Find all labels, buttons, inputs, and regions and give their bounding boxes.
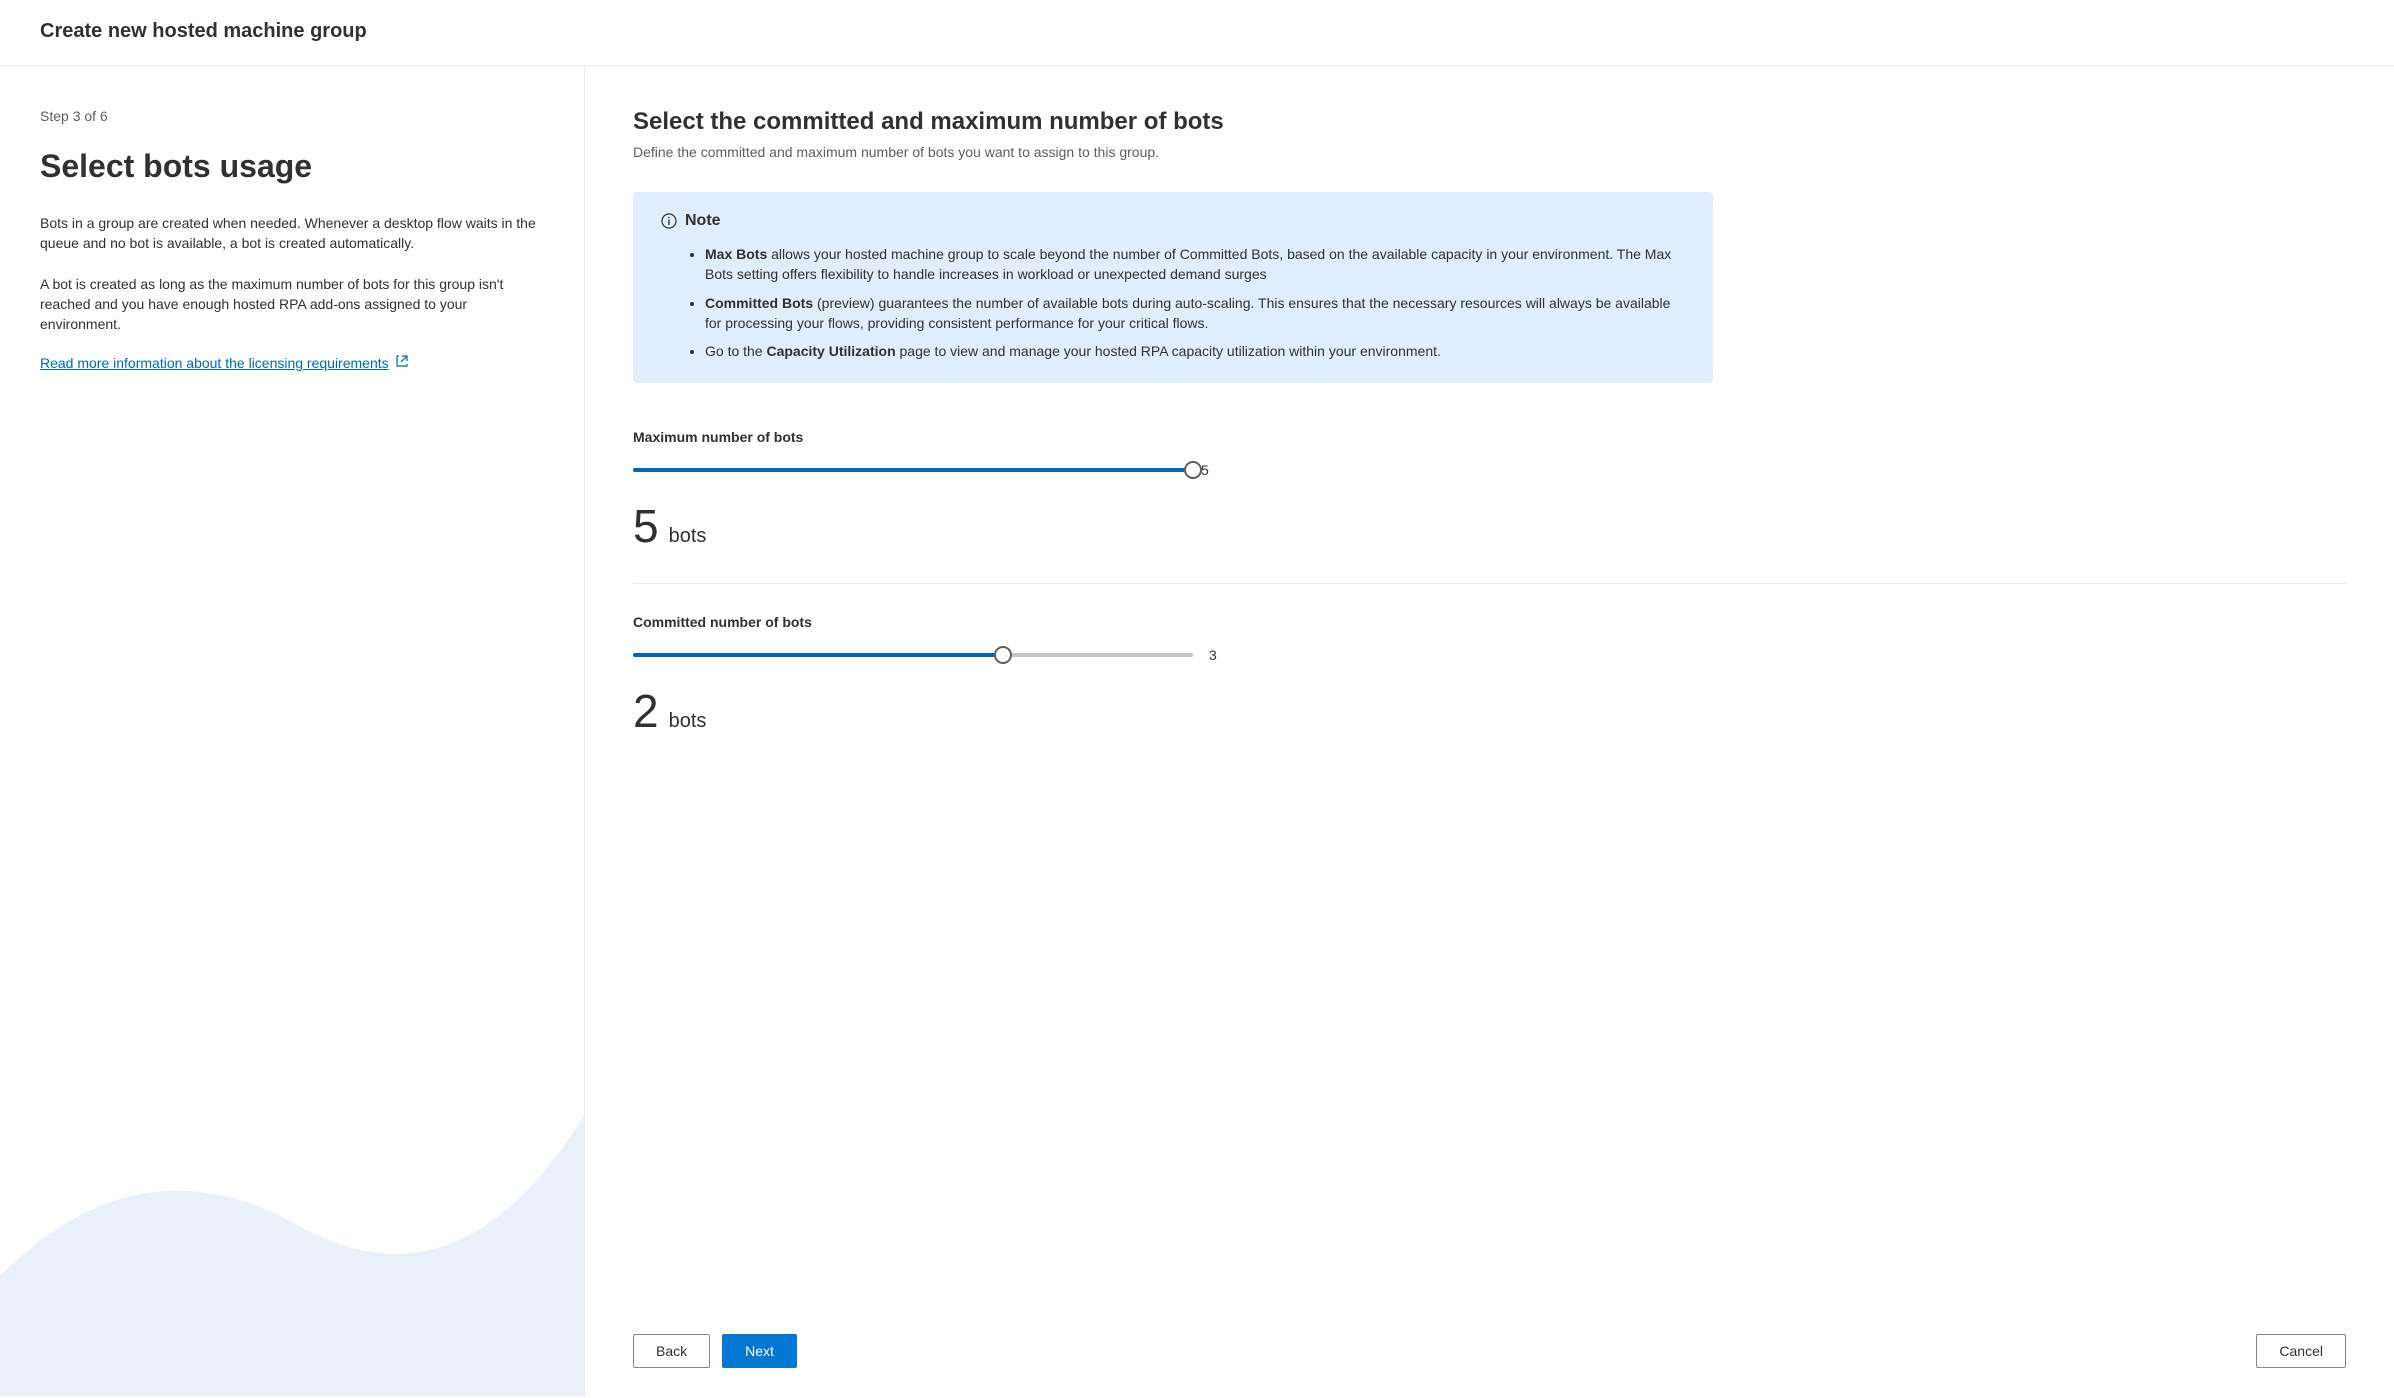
note-list: Max Bots allows your hosted machine grou… bbox=[661, 244, 1685, 361]
committed-bots-slider-thumb[interactable] bbox=[994, 646, 1012, 664]
sidebar: Step 3 of 6 Select bots usage Bots in a … bbox=[0, 66, 585, 1396]
licensing-link-text: Read more information about the licensin… bbox=[40, 355, 389, 371]
cancel-button[interactable]: Cancel bbox=[2256, 1334, 2346, 1368]
note-item-3: Go to the Capacity Utilization page to v… bbox=[705, 341, 1685, 361]
info-icon bbox=[661, 213, 677, 229]
committed-bots-max-label: 3 bbox=[1209, 647, 1217, 663]
sidebar-title: Select bots usage bbox=[40, 148, 544, 185]
page-title: Create new hosted machine group bbox=[40, 20, 367, 42]
main-panel: Select the committed and maximum number … bbox=[585, 66, 2394, 1396]
max-bots-slider-thumb[interactable] bbox=[1184, 461, 1202, 479]
page-header: Create new hosted machine group bbox=[0, 0, 2394, 66]
next-button[interactable]: Next bbox=[722, 1334, 797, 1368]
max-bots-max-label: 5 bbox=[1201, 462, 1209, 478]
max-bots-slider[interactable] bbox=[633, 461, 1193, 479]
max-bots-section: Maximum number of bots 5 5 bots bbox=[633, 429, 1713, 553]
sidebar-paragraph-1: Bots in a group are created when needed.… bbox=[40, 213, 544, 254]
main-subtitle: Define the committed and maximum number … bbox=[633, 144, 2346, 160]
wave-decoration bbox=[0, 996, 584, 1396]
max-bots-label: Maximum number of bots bbox=[633, 429, 1713, 445]
divider bbox=[633, 583, 2346, 584]
max-bots-unit: bots bbox=[669, 525, 707, 548]
back-button[interactable]: Back bbox=[633, 1334, 710, 1368]
step-indicator: Step 3 of 6 bbox=[40, 108, 544, 124]
max-bots-value: 5 bbox=[633, 499, 659, 553]
committed-bots-unit: bots bbox=[669, 710, 707, 733]
committed-bots-value: 2 bbox=[633, 684, 659, 738]
note-box: Note Max Bots allows your hosted machine… bbox=[633, 192, 1713, 383]
committed-bots-slider[interactable] bbox=[633, 646, 1193, 664]
committed-bots-label: Committed number of bots bbox=[633, 614, 1713, 630]
committed-bots-section: Committed number of bots 3 2 bots bbox=[633, 614, 1713, 738]
sidebar-paragraph-2: A bot is created as long as the maximum … bbox=[40, 274, 544, 335]
max-bots-display: 5 bots bbox=[633, 499, 1713, 553]
external-link-icon bbox=[395, 354, 409, 371]
note-label: Note bbox=[685, 212, 721, 230]
footer: Back Next Cancel bbox=[633, 1316, 2346, 1396]
licensing-link[interactable]: Read more information about the licensin… bbox=[40, 354, 409, 371]
note-item-1: Max Bots allows your hosted machine grou… bbox=[705, 244, 1685, 285]
main-title: Select the committed and maximum number … bbox=[633, 108, 2346, 136]
committed-bots-display: 2 bots bbox=[633, 684, 1713, 738]
note-item-2: Committed Bots (preview) guarantees the … bbox=[705, 293, 1685, 334]
